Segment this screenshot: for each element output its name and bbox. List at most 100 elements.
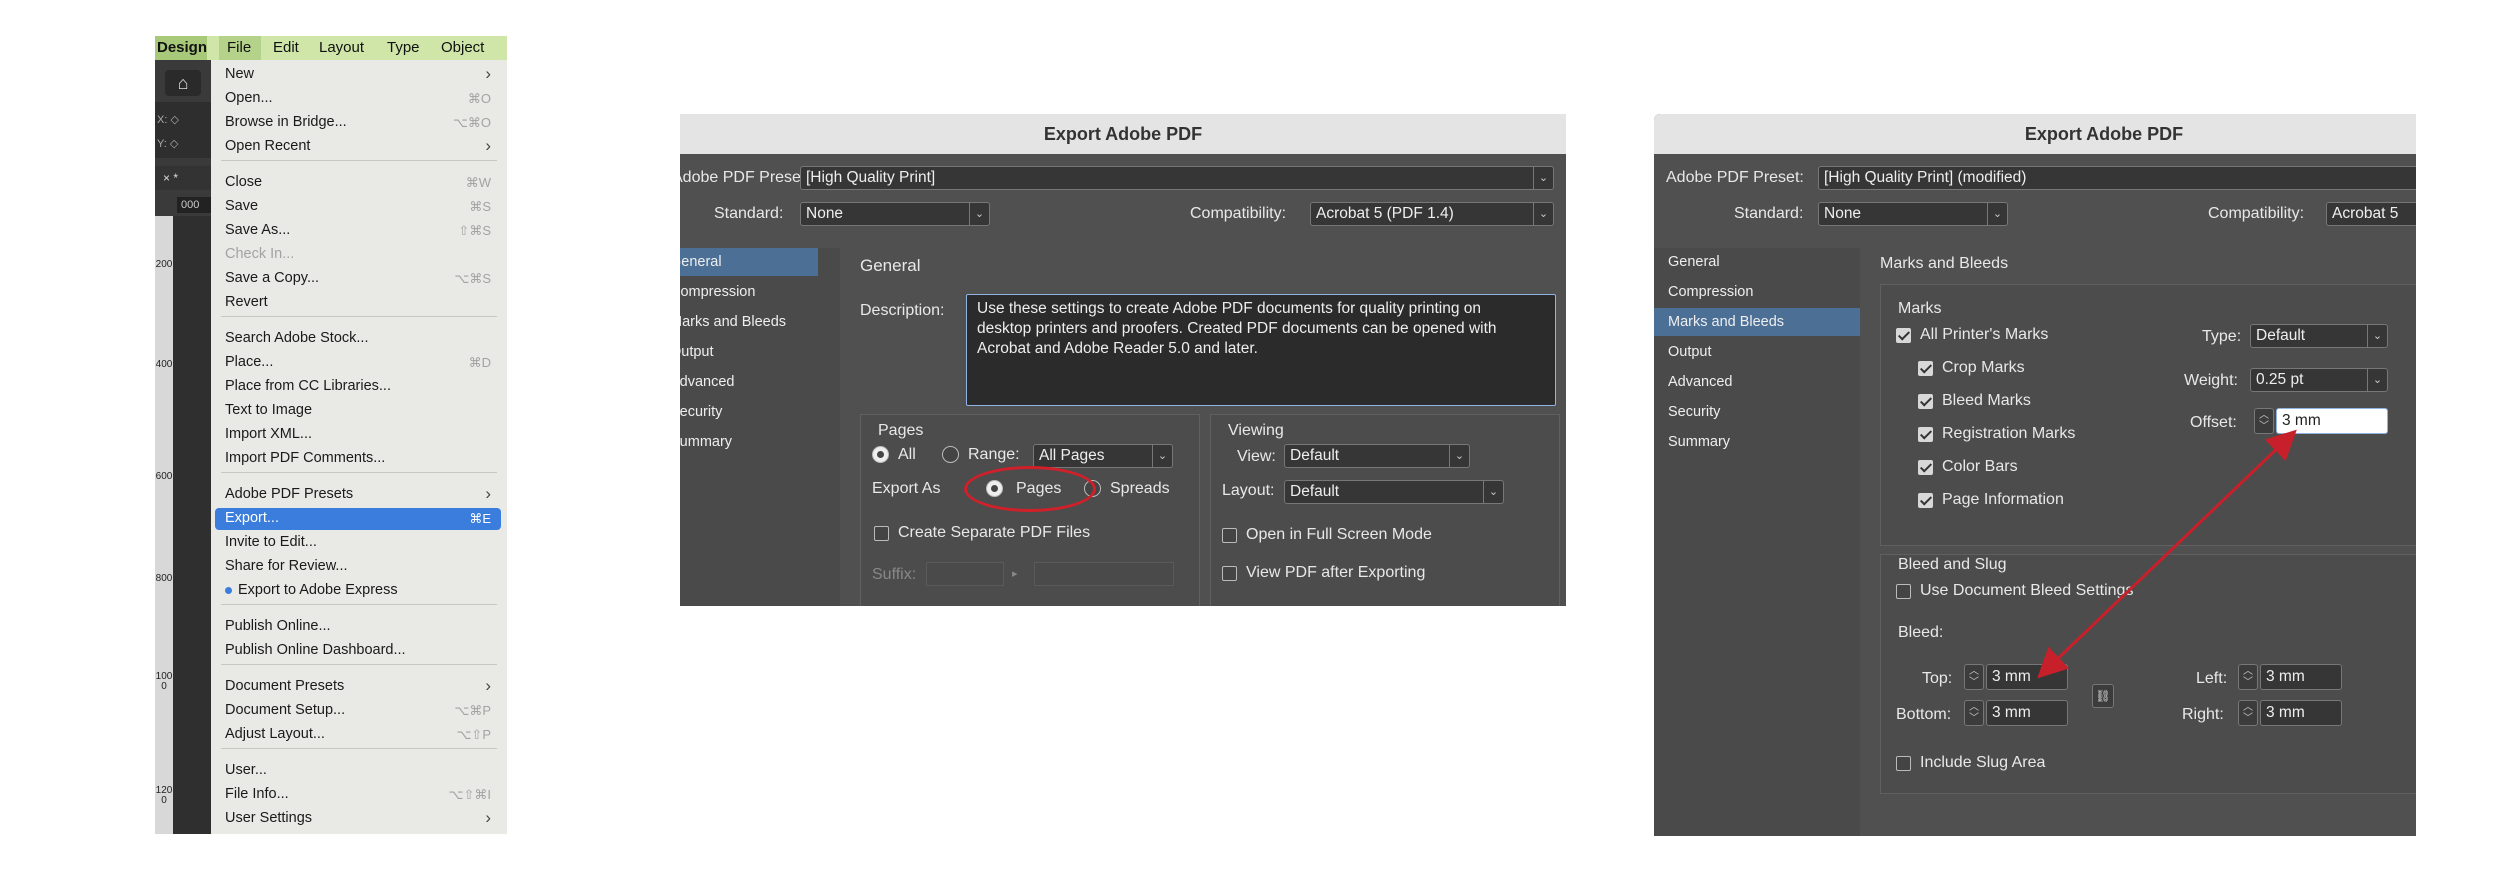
menu-item-save-as[interactable]: Save As... ⇧⌘S bbox=[215, 220, 501, 242]
menu-bar: Design File Edit Layout Type Object bbox=[155, 36, 507, 60]
shortcut-label: ⌥⌘O bbox=[452, 115, 491, 130]
nav-security[interactable]: Security bbox=[680, 398, 722, 426]
chevron-right-icon: › bbox=[485, 484, 491, 503]
nav-marks-bleeds[interactable]: Marks and Bleeds bbox=[680, 308, 786, 336]
menu-item-label: User... bbox=[225, 762, 267, 778]
triangle-icon: ▸ bbox=[1012, 568, 1018, 580]
menu-item-search-adobe-stock[interactable]: Search Adobe Stock... bbox=[215, 328, 501, 350]
shortcut-label: ⇧⌘S bbox=[458, 223, 491, 238]
menu-separator bbox=[221, 316, 497, 317]
range-select[interactable]: All Pages ⌄ bbox=[1033, 444, 1173, 468]
menu-item-export-to-adobe-express[interactable]: Export to Adobe Express bbox=[215, 580, 501, 602]
ruler-label: 1000 bbox=[155, 671, 173, 692]
menu-item-label: Open... bbox=[225, 90, 273, 106]
menu-item-import-pdf-comments[interactable]: Import PDF Comments... bbox=[215, 448, 501, 470]
menu-item-revert[interactable]: Revert bbox=[215, 292, 501, 314]
preset-select[interactable]: [High Quality Print] ⌄ bbox=[800, 166, 1554, 190]
menu-item-document-setup[interactable]: Document Setup... ⌥⌘P bbox=[215, 700, 501, 722]
menu-item-publish-online[interactable]: Publish Online... bbox=[215, 616, 501, 638]
menu-item-open[interactable]: Open... ⌘O bbox=[215, 88, 501, 110]
menu-item-close[interactable]: Close ⌘W bbox=[215, 172, 501, 194]
menu-item-open-recent[interactable]: Open Recent › bbox=[215, 136, 501, 158]
nav-advanced[interactable]: Advanced bbox=[680, 368, 735, 396]
menu-item-export[interactable]: Export... ⌘E bbox=[215, 508, 501, 530]
menu-item-import-xml[interactable]: Import XML... bbox=[215, 424, 501, 446]
view-after-export-checkbox[interactable] bbox=[1222, 566, 1237, 581]
left-toolbar: ⌂ X: ◇ Y: ◇ × * 000 200 400 600 800 1000 … bbox=[155, 60, 211, 834]
menu-item-label: File Info... bbox=[225, 786, 289, 802]
view-select[interactable]: Default ⌄ bbox=[1284, 444, 1470, 468]
suffix-token-field[interactable] bbox=[1034, 562, 1174, 586]
category-list: General Compression Marks and Bleeds Out… bbox=[680, 248, 840, 606]
nav-general[interactable]: General bbox=[680, 248, 818, 276]
menu-item-label: Publish Online Dashboard... bbox=[225, 642, 406, 658]
menu-item-document-presets[interactable]: Document Presets › bbox=[215, 676, 501, 698]
viewing-title: Viewing bbox=[1228, 422, 1284, 439]
home-icon[interactable]: ⌂ bbox=[165, 70, 201, 96]
compatibility-select[interactable]: Acrobat 5 (PDF 1.4) ⌄ bbox=[1310, 202, 1554, 226]
suffix-field[interactable] bbox=[926, 562, 1004, 586]
menu-item-save-a-copy[interactable]: Save a Copy... ⌥⌘S bbox=[215, 268, 501, 290]
menu-file[interactable]: File bbox=[227, 39, 251, 56]
vertical-ruler bbox=[155, 216, 173, 834]
menu-separator bbox=[221, 664, 497, 665]
menu-item-label: Export to Adobe Express bbox=[225, 582, 398, 598]
menu-item-browse-in-bridge[interactable]: Browse in Bridge... ⌥⌘O bbox=[215, 112, 501, 134]
menu-item-user[interactable]: User... bbox=[215, 760, 501, 782]
menu-item-label: Place... bbox=[225, 354, 274, 370]
menu-item-place-from-cc-libraries[interactable]: Place from CC Libraries... bbox=[215, 376, 501, 398]
menu-item-share-for-review[interactable]: Share for Review... bbox=[215, 556, 501, 578]
pages-all-radio[interactable] bbox=[872, 446, 889, 463]
menu-type[interactable]: Type bbox=[387, 39, 420, 56]
shortcut-label: ⌥⇧P bbox=[456, 727, 491, 742]
menu-layout[interactable]: Layout bbox=[319, 39, 364, 56]
menu-item-adobe-pdf-presets[interactable]: Adobe PDF Presets › bbox=[215, 484, 501, 506]
menu-item-label: Browse in Bridge... bbox=[225, 114, 347, 130]
menu-item-label: Document Presets bbox=[225, 678, 345, 694]
chevron-down-icon: ⌄ bbox=[1533, 203, 1553, 225]
menu-item-place[interactable]: Place... ⌘D bbox=[215, 352, 501, 374]
menu-edit[interactable]: Edit bbox=[273, 39, 299, 56]
chevron-right-icon: › bbox=[485, 64, 491, 83]
shortcut-label: ⌘E bbox=[469, 511, 491, 526]
menu-item-file-info[interactable]: File Info... ⌥⇧⌘I bbox=[215, 784, 501, 806]
menu-design[interactable]: Design bbox=[157, 39, 207, 56]
shortcut-label: ⌥⌘S bbox=[454, 271, 491, 286]
fullscreen-checkbox[interactable] bbox=[1222, 528, 1237, 543]
description-textarea[interactable]: Use these settings to create Adobe PDF d… bbox=[966, 294, 1556, 406]
view-label: View: bbox=[1237, 448, 1276, 465]
nav-output[interactable]: Output bbox=[680, 338, 714, 366]
menu-item-label: Revert bbox=[225, 294, 268, 310]
menu-item-label: New bbox=[225, 66, 255, 82]
separate-pdf-label: Create Separate PDF Files bbox=[898, 524, 1091, 541]
menu-item-user-settings[interactable]: User Settings › bbox=[215, 808, 501, 830]
section-title: General bbox=[860, 256, 921, 275]
menu-item-label: Close bbox=[225, 174, 263, 190]
standard-select[interactable]: None ⌄ bbox=[800, 202, 990, 226]
menu-item-text-to-image[interactable]: Text to Image bbox=[215, 400, 501, 422]
menu-item-label: Document Setup... bbox=[225, 702, 346, 718]
ruler-label: 400 bbox=[155, 359, 173, 370]
layout-select[interactable]: Default ⌄ bbox=[1284, 480, 1504, 504]
nav-compression[interactable]: Compression bbox=[680, 278, 755, 306]
document-tab[interactable]: × * bbox=[155, 166, 211, 190]
menu-item-invite-to-edit[interactable]: Invite to Edit... bbox=[215, 532, 501, 554]
menu-item-label: Import XML... bbox=[225, 426, 313, 442]
menu-item-publish-online-dashboard[interactable]: Publish Online Dashboard... bbox=[215, 640, 501, 662]
pages-range-radio[interactable] bbox=[942, 446, 959, 463]
menu-object[interactable]: Object bbox=[441, 39, 484, 56]
menu-item-adjust-layout[interactable]: Adjust Layout... ⌥⇧P bbox=[215, 724, 501, 746]
menu-item-label: Place from CC Libraries... bbox=[225, 378, 391, 394]
menu-item-label: Adjust Layout... bbox=[225, 726, 325, 742]
nav-summary[interactable]: Summary bbox=[680, 428, 732, 456]
suffix-label: Suffix: bbox=[872, 566, 917, 583]
export-dialog-general: Export Adobe PDF Adobe PDF Preset: [High… bbox=[680, 114, 1566, 606]
menu-item-new[interactable]: New › bbox=[215, 64, 501, 86]
separate-pdf-checkbox[interactable] bbox=[874, 526, 889, 541]
menu-item-save[interactable]: Save ⌘S bbox=[215, 196, 501, 218]
chevron-right-icon: › bbox=[485, 136, 491, 155]
chevron-down-icon: ⌄ bbox=[1449, 445, 1469, 467]
ruler-label: 1200 bbox=[155, 785, 173, 806]
pages-range-label: Range: bbox=[968, 446, 1020, 463]
pages-all-label: All bbox=[898, 446, 916, 463]
